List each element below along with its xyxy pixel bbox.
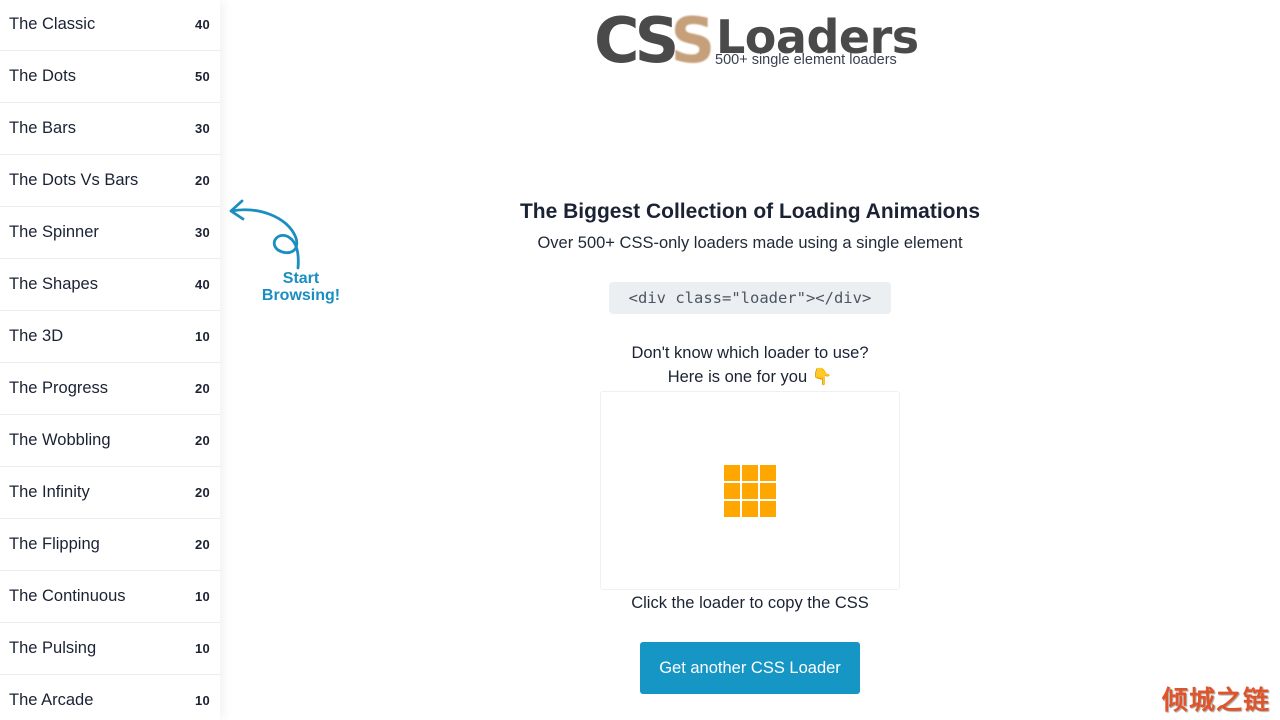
sidebar-item-the-shapes[interactable]: The Shapes 40 — [0, 259, 220, 311]
sidebar-item-label: The Shapes — [9, 275, 98, 293]
pointing-down-icon: 👇 — [811, 368, 833, 386]
loader-cell — [760, 500, 776, 517]
prompt-suggestion: Here is one for you 👇 — [500, 368, 1000, 387]
sidebar-item-count: 20 — [194, 433, 210, 448]
logo-css-mark: CSS — [594, 4, 716, 77]
sidebar-item-count: 20 — [194, 173, 210, 188]
sidebar-item-label: The Progress — [9, 379, 109, 397]
start-browsing-text: Start Browsing! — [256, 270, 346, 304]
prompt-suggestion-text: Here is one for you — [667, 368, 808, 386]
loader-cell — [742, 464, 758, 481]
sidebar-item-count: 50 — [194, 69, 210, 84]
loader-cell — [724, 500, 740, 517]
sidebar-item-count: 30 — [194, 121, 210, 136]
css-loaders-logo[interactable]: CSS Loaders 500+ single element loaders — [594, 4, 919, 77]
prompt-question: Don't know which loader to use? — [631, 344, 869, 362]
start-browsing-line1: Start — [282, 270, 320, 287]
logo-letter-c: C — [594, 4, 641, 77]
grid-loader[interactable] — [724, 464, 776, 517]
sidebar-item-label: The Classic — [9, 15, 96, 33]
sidebar-item-the-classic[interactable]: The Classic 40 — [0, 0, 220, 51]
get-another-loader-button[interactable]: Get another CSS Loader — [640, 642, 860, 694]
sidebar-item-label: The Bars — [9, 119, 76, 137]
sidebar-item-the-wobbling[interactable]: The Wobbling 20 — [0, 415, 220, 467]
sidebar-item-count: 20 — [194, 537, 210, 552]
loader-cell — [760, 482, 776, 499]
sidebar-item-the-spinner[interactable]: The Spinner 30 — [0, 207, 220, 259]
sidebar-item-the-flipping[interactable]: The Flipping 20 — [0, 519, 220, 571]
sidebar-item-count: 10 — [194, 641, 210, 656]
page-headline: The Biggest Collection of Loading Animat… — [519, 200, 981, 223]
start-browsing-callout: Start Browsing! — [226, 196, 356, 311]
logo-tagline: 500+ single element loaders — [715, 52, 897, 68]
sidebar-item-count: 40 — [194, 17, 210, 32]
sidebar-item-label: The Arcade — [9, 691, 94, 709]
loader-cell — [724, 464, 740, 481]
watermark: 倾城之链 — [1161, 686, 1270, 716]
sidebar-item-label: The 3D — [9, 327, 64, 345]
sidebar-item-count: 30 — [194, 225, 210, 240]
logo-letter-s2: S — [670, 4, 716, 77]
code-snippet: <div class="loader"></div> — [609, 282, 891, 314]
sidebar-item-label: The Wobbling — [9, 431, 111, 449]
start-browsing-line2: Browsing! — [261, 287, 341, 304]
loader-preview[interactable] — [600, 391, 900, 590]
sidebar-item-the-arcade[interactable]: The Arcade 10 — [0, 675, 220, 720]
logo-letter-s1: S — [634, 4, 677, 77]
sidebar-item-count: 10 — [194, 329, 210, 344]
sidebar-item-count: 40 — [194, 277, 210, 292]
sidebar-item-count: 20 — [194, 485, 210, 500]
sidebar-item-label: The Pulsing — [9, 639, 97, 657]
sidebar-item-count: 10 — [194, 693, 210, 708]
sidebar-item-label: The Infinity — [9, 483, 90, 501]
copy-hint: Click the loader to copy the CSS — [631, 594, 869, 612]
sidebar-item-label: The Flipping — [9, 535, 100, 553]
loader-cell — [760, 464, 776, 481]
sidebar-item-the-dots-vs-bars[interactable]: The Dots Vs Bars 20 — [0, 155, 220, 207]
page-subheadline: Over 500+ CSS-only loaders made using a … — [537, 234, 963, 252]
sidebar-item-the-pulsing[interactable]: The Pulsing 10 — [0, 623, 220, 675]
category-sidebar: The Classic 40 The Dots 50 The Bars 30 The Dot… — [0, 0, 220, 720]
sidebar-item-the-bars[interactable]: The Bars 30 — [0, 103, 220, 155]
sidebar-item-count: 10 — [194, 589, 210, 604]
sidebar-item-label: The Dots Vs Bars — [9, 171, 139, 189]
sidebar-item-the-dots[interactable]: The Dots 50 — [0, 51, 220, 103]
loader-cell — [724, 482, 740, 499]
sidebar-item-count: 20 — [194, 381, 210, 396]
category-list: The Classic 40 The Dots 50 The Bars 30 The Dot… — [0, 0, 220, 720]
sidebar-item-the-infinity[interactable]: The Infinity 20 — [0, 467, 220, 519]
loader-cell — [742, 500, 758, 517]
sidebar-item-the-3d[interactable]: The 3D 10 — [0, 311, 220, 363]
loader-cell — [742, 482, 758, 499]
sidebar-item-the-continuous[interactable]: The Continuous 10 — [0, 571, 220, 623]
sidebar-item-the-progress[interactable]: The Progress 20 — [0, 363, 220, 415]
sidebar-item-label: The Spinner — [9, 223, 99, 241]
sidebar-item-label: The Dots — [9, 67, 76, 85]
sidebar-item-label: The Continuous — [9, 587, 126, 605]
curly-arrow-left-icon — [229, 199, 300, 270]
